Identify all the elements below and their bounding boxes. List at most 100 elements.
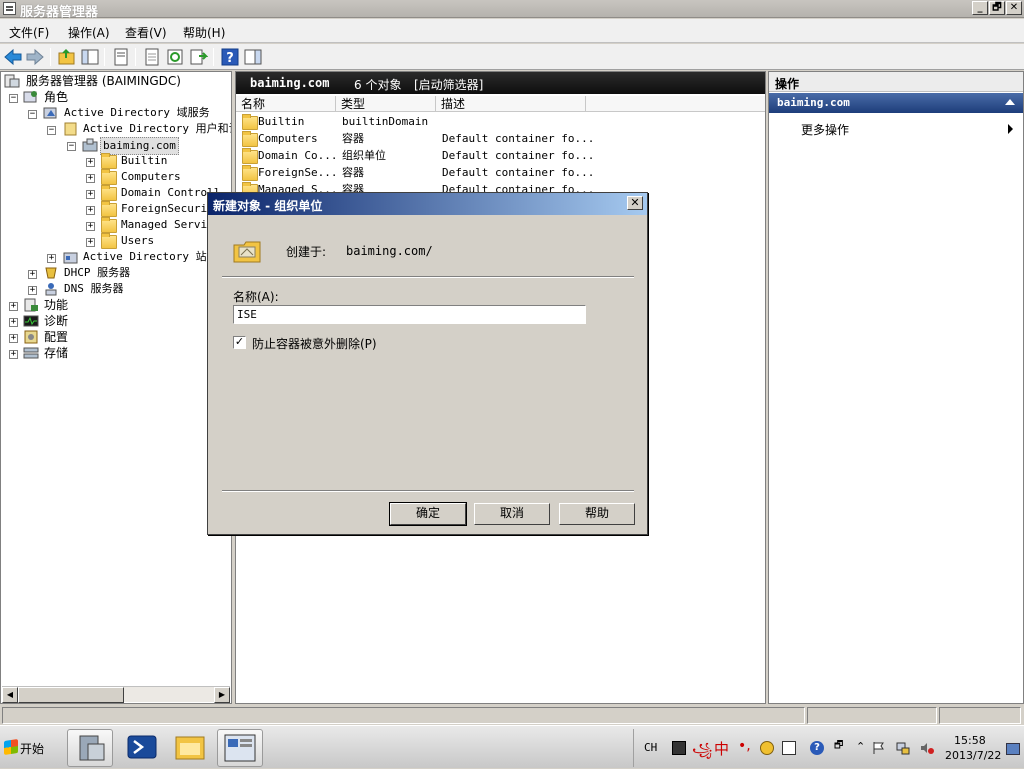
item-name: ForeignSe... xyxy=(258,166,338,179)
language-indicator[interactable]: CH xyxy=(644,741,657,754)
scroll-left-button[interactable]: ◀ xyxy=(2,687,18,703)
document-icon[interactable] xyxy=(142,47,162,67)
tree-label: Computers xyxy=(121,170,181,183)
taskbar-ad-users[interactable] xyxy=(217,729,263,767)
more-actions-item[interactable]: 更多操作 xyxy=(801,121,849,138)
actions-section-header[interactable]: baiming.com xyxy=(769,93,1023,113)
expand-toggle[interactable]: + xyxy=(9,350,18,359)
list-item[interactable]: ForeignSe... 容器 Default container fo... xyxy=(236,164,765,181)
protect-label[interactable]: 防止容器被意外删除(P) xyxy=(252,335,377,352)
clock-date[interactable]: 2013/7/22 xyxy=(945,749,1001,762)
expand-toggle[interactable]: + xyxy=(9,302,18,311)
tree-horizontal-scrollbar[interactable]: ◀ ▶ xyxy=(2,686,230,703)
menu-help[interactable]: 帮助(H) xyxy=(183,24,225,41)
ad-users-icon xyxy=(64,122,77,136)
ime-keyboard-icon[interactable] xyxy=(782,741,796,755)
close-button[interactable]: ✕ xyxy=(1006,1,1022,15)
expand-toggle[interactable]: + xyxy=(28,270,37,279)
help-circle-icon[interactable]: ? xyxy=(810,741,824,755)
name-input[interactable] xyxy=(233,305,586,324)
folder-icon xyxy=(101,233,117,249)
protect-checkbox[interactable]: ✓ xyxy=(233,336,246,349)
expand-toggle[interactable]: + xyxy=(86,222,95,231)
server-manager-icon xyxy=(4,74,20,88)
collapse-toggle[interactable]: − xyxy=(47,126,56,135)
restore-button[interactable]: 🗗 xyxy=(989,1,1005,15)
help-icon[interactable]: ? xyxy=(220,47,240,67)
taskbar-powershell[interactable] xyxy=(120,729,166,767)
expand-toggle[interactable]: + xyxy=(86,174,95,183)
expand-toggle[interactable]: + xyxy=(86,158,95,167)
list-item[interactable]: Computers 容器 Default container fo... xyxy=(236,130,765,147)
collapse-toggle[interactable]: − xyxy=(9,94,18,103)
show-action-pane-icon[interactable] xyxy=(243,47,263,67)
minimize-button[interactable]: _ xyxy=(972,1,988,15)
tree-label-features: 功能 xyxy=(44,298,69,312)
clock-time[interactable]: 15:58 xyxy=(954,734,986,747)
item-description: Default container fo... xyxy=(442,149,595,162)
export-list-icon[interactable] xyxy=(188,47,208,67)
expand-toggle[interactable]: + xyxy=(47,254,56,263)
show-hidden-icons[interactable]: ⌃ xyxy=(856,740,865,753)
status-panel xyxy=(2,707,805,724)
action-center-flag-icon[interactable] xyxy=(872,741,886,755)
ime-chinese-indicator[interactable]: 中 xyxy=(714,738,729,759)
taskbar-server-manager[interactable] xyxy=(67,729,113,767)
ime-restore-icon[interactable]: 🗗 xyxy=(834,738,843,755)
item-type: builtinDomain xyxy=(342,115,429,128)
created-in-label: 创建于: xyxy=(286,245,327,259)
back-icon[interactable] xyxy=(3,47,23,67)
server-manager-icon xyxy=(3,2,16,15)
network-icon[interactable] xyxy=(896,741,910,755)
ime-mode-icon[interactable]: ꧁ xyxy=(692,739,712,758)
menu-action[interactable]: 操作(A) xyxy=(68,24,110,41)
folder-icon xyxy=(242,114,258,130)
expand-toggle[interactable]: + xyxy=(9,334,18,343)
start-button[interactable]: 开始 xyxy=(2,734,52,762)
column-name[interactable]: 名称 xyxy=(236,96,336,112)
filter-link[interactable]: [启动筛选器] xyxy=(414,76,483,93)
system-tray: CH ꧁ 中 •, ? 🗗 ⌃ 15:58 2013/7/22 xyxy=(633,729,1024,767)
show-hide-tree-icon[interactable] xyxy=(80,47,100,67)
ou-folder-icon xyxy=(242,148,258,164)
status-bar xyxy=(0,705,1024,725)
collapse-toggle[interactable]: − xyxy=(28,110,37,119)
column-type[interactable]: 类型 xyxy=(336,96,436,112)
ime-punctuation-icon[interactable]: •, xyxy=(738,738,751,754)
list-item[interactable]: Builtin builtinDomain xyxy=(236,113,765,130)
up-folder-icon[interactable] xyxy=(57,47,77,67)
refresh-icon[interactable] xyxy=(165,47,185,67)
actions-title: 操作 xyxy=(769,72,1023,92)
expand-toggle[interactable]: + xyxy=(9,318,18,327)
list-item[interactable]: Domain Co... 组织单位 Default container fo..… xyxy=(236,147,765,164)
collapse-toggle[interactable]: − xyxy=(67,142,76,151)
tree-label-root: 服务器管理器 (BAIMINGDC) xyxy=(26,74,181,88)
expand-toggle[interactable]: + xyxy=(86,206,95,215)
expand-toggle[interactable]: + xyxy=(86,238,95,247)
collapse-up-icon[interactable] xyxy=(1005,99,1015,105)
ok-button[interactable]: 确定 xyxy=(389,502,467,526)
ime-icon[interactable] xyxy=(672,741,686,755)
show-desktop-icon[interactable] xyxy=(1006,743,1020,755)
menu-view[interactable]: 查看(V) xyxy=(125,24,167,41)
scroll-thumb[interactable] xyxy=(18,687,124,703)
properties-icon[interactable] xyxy=(111,47,131,67)
folder-icon xyxy=(101,217,117,233)
scroll-right-button[interactable]: ▶ xyxy=(214,687,230,703)
help-button[interactable]: 帮助 xyxy=(559,503,635,525)
cancel-button[interactable]: 取消 xyxy=(474,503,550,525)
dialog-close-button[interactable]: ✕ xyxy=(627,196,643,210)
object-count: 6 个对象 xyxy=(354,78,402,92)
tree-label: ForeignSecurity xyxy=(121,202,221,215)
forward-icon[interactable] xyxy=(25,47,45,67)
domain-icon xyxy=(82,138,98,152)
column-description[interactable]: 描述 xyxy=(436,96,586,112)
submenu-arrow-icon xyxy=(1008,124,1013,134)
expand-toggle[interactable]: + xyxy=(86,190,95,199)
ime-settings-icon[interactable] xyxy=(760,741,774,755)
menu-file[interactable]: 文件(F) xyxy=(9,24,49,41)
expand-toggle[interactable]: + xyxy=(28,286,37,295)
volume-muted-icon[interactable] xyxy=(920,741,934,755)
taskbar-explorer[interactable] xyxy=(168,729,214,767)
item-type: 容器 xyxy=(342,166,364,179)
